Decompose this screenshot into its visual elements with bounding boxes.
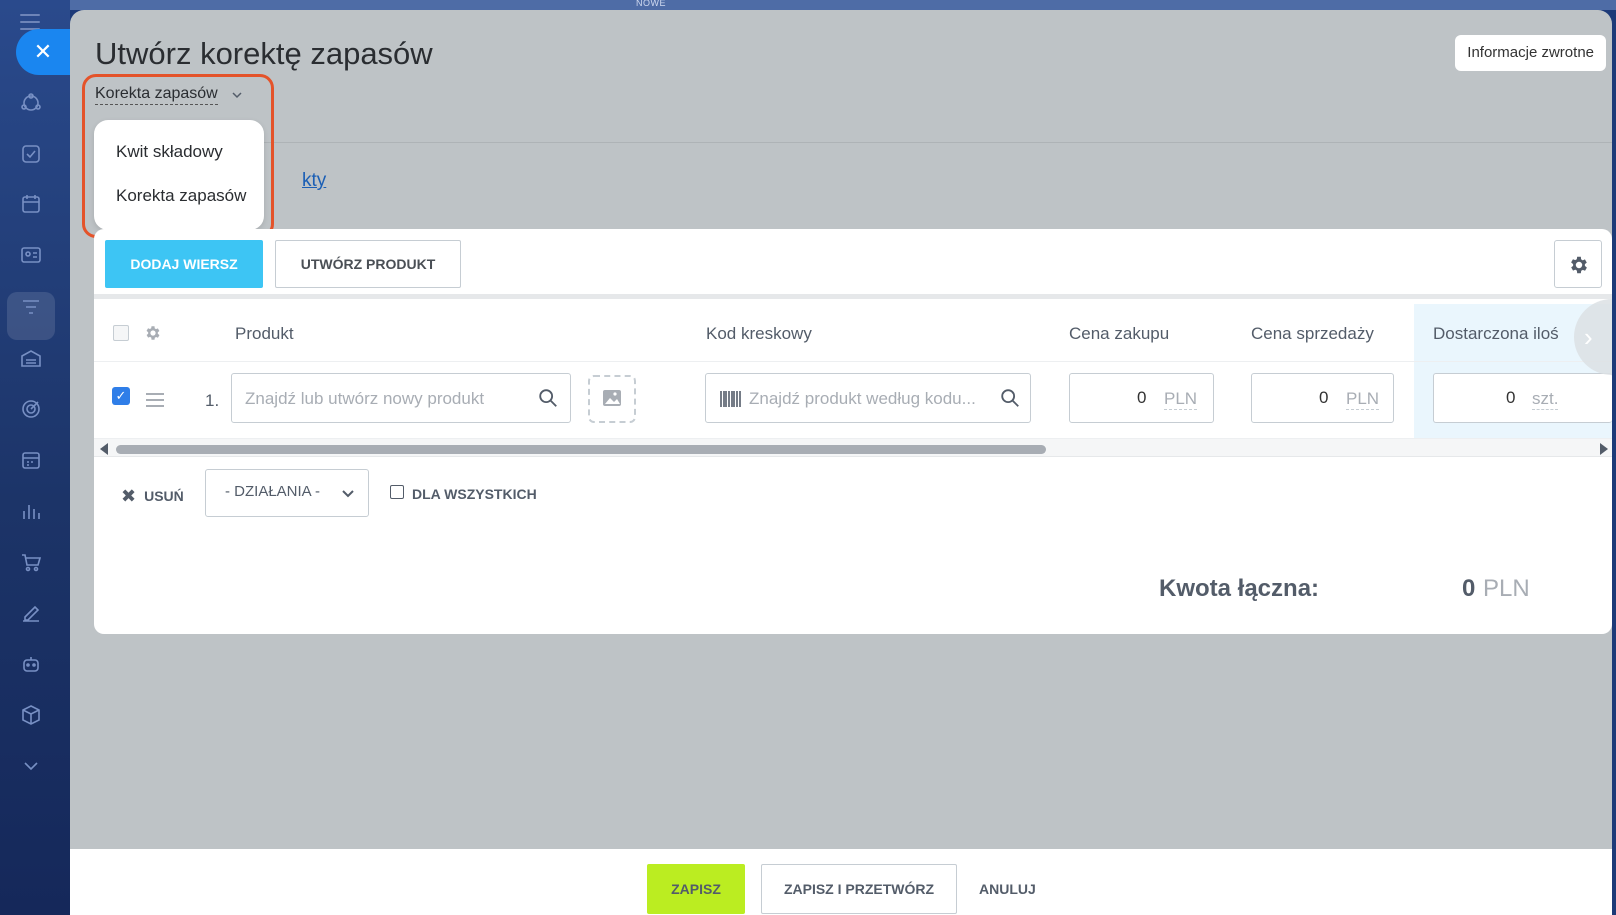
close-icon: ✕: [33, 39, 53, 64]
actions-select[interactable]: - DZIAŁANIA -: [205, 469, 369, 517]
product-image-placeholder[interactable]: [588, 375, 636, 423]
chevron-down-icon: [342, 490, 354, 498]
menu-item-korekta-zapasow[interactable]: Korekta zapasów: [116, 186, 246, 206]
chevron-down-icon[interactable]: [230, 88, 244, 102]
table-row: ✓ 1. Znajdź lub utwórz nowy produkt Znaj…: [94, 363, 1612, 439]
select-all-checkbox[interactable]: [113, 325, 129, 341]
create-product-button[interactable]: UTWÓRZ PRODUKT: [275, 240, 461, 288]
box-icon[interactable]: [19, 703, 43, 727]
barcode-icon: [720, 391, 741, 407]
tab-products[interactable]: kty: [302, 170, 326, 192]
product-toolbar: DODAJ WIERSZ UTWÓRZ PRODUKT: [94, 229, 1612, 299]
calendar-icon[interactable]: [19, 192, 43, 216]
barcode-search-placeholder: Znajdź produkt według kodu...: [749, 389, 976, 408]
delivered-qty-unit[interactable]: szt.: [1532, 389, 1559, 410]
total-currency: PLN: [1483, 575, 1530, 602]
left-sidebar: [0, 0, 70, 915]
column-header-purchase-price: Cena zakupu: [1069, 324, 1170, 343]
table-settings-button[interactable]: [1554, 240, 1602, 288]
top-strip: NOWE: [70, 0, 1616, 10]
for-all-checkbox[interactable]: [390, 485, 404, 499]
barcode-search-input[interactable]: Znajdź produkt według kodu...: [705, 373, 1031, 423]
sale-price-input[interactable]: 0 PLN: [1251, 373, 1394, 423]
sale-price-currency[interactable]: PLN: [1346, 389, 1380, 410]
doc-type-selector[interactable]: Korekta zapasów: [95, 84, 218, 105]
total-value: 0: [1462, 575, 1476, 602]
search-icon[interactable]: [537, 387, 559, 409]
close-icon: ✖: [121, 486, 137, 506]
group-actions-row: ✖ USUŃ - DZIAŁANIA - DLA WSZYSTKICH: [94, 458, 1612, 518]
save-button[interactable]: ZAPISZ: [647, 864, 745, 914]
funnel-share-icon[interactable]: [19, 91, 43, 115]
chevron-down-icon[interactable]: [19, 754, 43, 778]
product-list-card: DODAJ WIERSZ UTWÓRZ PRODUKT Produkt Kod …: [94, 229, 1612, 634]
menu-item-kwit-skladowy[interactable]: Kwit składowy: [116, 142, 223, 162]
warehouse-icon[interactable]: [19, 346, 43, 370]
horizontal-scrollbar[interactable]: [94, 439, 1612, 457]
row-number: 1.: [205, 391, 220, 410]
feedback-button[interactable]: Informacje zwrotne: [1455, 35, 1606, 71]
product-search-input[interactable]: Znajdź lub utwórz nowy produkt: [231, 373, 571, 423]
edit-icon[interactable]: [19, 601, 43, 625]
tasks-check-icon[interactable]: [19, 142, 43, 166]
image-icon: [603, 390, 621, 406]
actions-select-label: - DZIAŁANIA -: [225, 483, 321, 500]
gear-icon: [1571, 256, 1587, 274]
delivered-qty-value: 0: [1506, 388, 1516, 407]
for-all-label: DLA WSZYSTKICH: [412, 486, 537, 502]
robot-icon[interactable]: [19, 652, 43, 676]
schedule-icon[interactable]: [19, 448, 43, 472]
filter-icon[interactable]: [19, 295, 43, 319]
purchase-price-currency[interactable]: PLN: [1164, 389, 1198, 410]
delete-label: USUŃ: [144, 488, 184, 504]
bar-chart-icon[interactable]: [19, 499, 43, 523]
total-label: Kwota łączna:: [1159, 575, 1320, 602]
delivered-qty-input[interactable]: 0 szt.: [1433, 373, 1612, 423]
search-icon[interactable]: [999, 387, 1021, 409]
cart-icon[interactable]: [19, 550, 43, 574]
save-and-process-button[interactable]: ZAPISZ I PRZETWÓRZ: [761, 864, 957, 914]
new-badge: NOWE: [636, 0, 666, 8]
close-slider-button[interactable]: ✕: [16, 29, 70, 75]
scroll-right-arrow-icon[interactable]: [1600, 443, 1608, 455]
doc-type-dropdown: Kwit składowy Korekta zapasów: [94, 120, 264, 230]
row-checkbox[interactable]: ✓: [112, 387, 130, 405]
scrollbar-thumb[interactable]: [116, 445, 1046, 454]
footer-bar: ZAPISZ ZAPISZ I PRZETWÓRZ ANULUJ: [70, 849, 1612, 915]
drag-handle-icon[interactable]: [146, 393, 164, 407]
menu-icon[interactable]: [20, 14, 40, 30]
delete-button[interactable]: ✖ USUŃ: [121, 486, 184, 507]
product-search-placeholder: Znajdź lub utwórz nowy produkt: [245, 389, 485, 408]
add-row-button[interactable]: DODAJ WIERSZ: [105, 240, 263, 288]
gear-icon[interactable]: [144, 324, 162, 342]
table-header: Produkt Kod kreskowy Cena zakupu Cena sp…: [94, 304, 1612, 362]
cancel-button[interactable]: ANULUJ: [979, 881, 1036, 897]
chevron-right-icon: ›: [1584, 322, 1593, 352]
column-header-barcode: Kod kreskowy: [706, 324, 812, 343]
column-header-sale-price: Cena sprzedaży: [1251, 324, 1374, 343]
purchase-price-input[interactable]: 0 PLN: [1069, 373, 1214, 423]
create-adjustment-slider: Utwórz korektę zapasów Informacje zwrotn…: [70, 10, 1612, 915]
scroll-left-arrow-icon[interactable]: [100, 443, 108, 455]
sale-price-value: 0: [1319, 388, 1329, 407]
column-header-product: Produkt: [235, 324, 294, 343]
page-title: Utwórz korektę zapasów: [95, 36, 433, 71]
header-divider: [95, 142, 1612, 143]
target-icon[interactable]: [19, 397, 43, 421]
purchase-price-value: 0: [1137, 388, 1147, 407]
contact-card-icon[interactable]: [19, 243, 43, 267]
